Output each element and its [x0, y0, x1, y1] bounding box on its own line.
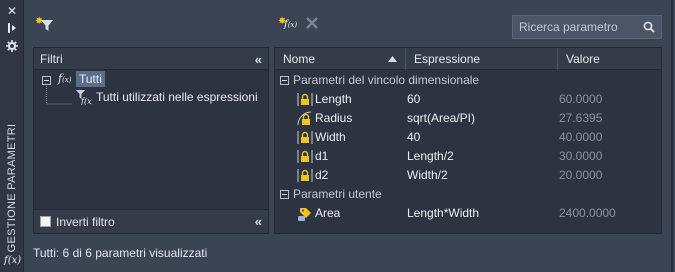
- cell-value: 27.6395: [559, 111, 603, 125]
- cell-expression[interactable]: 40: [407, 128, 420, 147]
- filters-header: Filtri «: [34, 48, 268, 70]
- delete-parameter-button[interactable]: [305, 16, 321, 34]
- tree-item-label: Tutti: [76, 71, 105, 87]
- search-input[interactable]: Ricerca parametro: [512, 15, 662, 39]
- column-header-expression[interactable]: Espressione: [406, 48, 558, 70]
- column-header-label: Espressione: [414, 52, 481, 66]
- invert-filter-checkbox[interactable]: [40, 216, 51, 227]
- properties-gear-icon[interactable]: [4, 40, 20, 54]
- column-header-value[interactable]: Valore: [558, 48, 661, 70]
- filters-title: Filtri: [40, 52, 63, 66]
- status-bar-text: Tutti: 6 di 6 parametri visualizzati: [33, 246, 208, 260]
- cell-name: Area: [315, 206, 341, 220]
- fx-icon: f(x): [58, 72, 72, 85]
- user-param-icon: [298, 208, 311, 221]
- collapse-footer-icon[interactable]: «: [255, 214, 262, 229]
- cell-value: 2400.0000: [559, 206, 616, 220]
- radial-lock-icon: [297, 111, 312, 126]
- table-row[interactable]: Length 60 60.0000: [275, 90, 661, 109]
- group-collapse-toggle[interactable]: [280, 190, 289, 199]
- table-row[interactable]: Radius sqrt(Area/PI) 27.6395: [275, 109, 661, 128]
- table-row[interactable]: d2 Width/2 20.0000: [275, 166, 661, 185]
- tree-connector: [46, 86, 72, 105]
- group-collapse-toggle[interactable]: [280, 76, 289, 85]
- auto-hide-icon[interactable]: [4, 22, 20, 36]
- cell-name: d2: [315, 168, 329, 182]
- table-row[interactable]: Area Length*Width 2400.0000: [275, 204, 661, 223]
- cell-expression[interactable]: Width/2: [407, 166, 448, 185]
- cell-value: 60.0000: [559, 92, 603, 106]
- column-header-label: Valore: [566, 52, 600, 66]
- invert-filter-label[interactable]: Inverti filtro: [56, 215, 115, 229]
- cell-name: Width: [315, 130, 346, 144]
- filter-fx-icon: f(x): [76, 90, 92, 105]
- filters-footer: Inverti filtro «: [34, 209, 268, 233]
- cell-expression[interactable]: Length*Width: [407, 204, 479, 223]
- tree-item-label: Tutti utilizzati nelle espressioni: [96, 90, 258, 104]
- svg-text:f(x): f(x): [80, 97, 92, 105]
- group-row-dimensional[interactable]: Parametri del vincolo dimensionale: [275, 71, 661, 90]
- cell-name: d1: [315, 149, 329, 163]
- cell-name: Radius: [315, 111, 353, 125]
- parameters-grid: Nome Espressione Valore Parametri del vi…: [274, 47, 662, 234]
- cell-value: 40.0000: [559, 130, 603, 144]
- table-row[interactable]: d1 Length/2 30.0000: [275, 147, 661, 166]
- palette-strip: ✕ GESTIONE PARAMETRI f(x): [0, 0, 24, 272]
- parameters-manager: ✸ ✸ f(x) Ricerca parametro Filtri « f(x)…: [25, 0, 673, 272]
- linear-lock-icon: [297, 169, 313, 182]
- linear-lock-icon: [297, 93, 313, 106]
- table-row[interactable]: Width 40 40.0000: [275, 128, 661, 147]
- search-icon[interactable]: [643, 21, 655, 33]
- cell-expression[interactable]: Length/2: [407, 147, 454, 166]
- linear-lock-icon: [297, 150, 313, 163]
- group-row-user[interactable]: Parametri utente: [275, 185, 661, 204]
- new-parameter-button[interactable]: ✸ f(x): [278, 16, 300, 34]
- cell-expression[interactable]: sqrt(Area/PI): [407, 109, 475, 128]
- cell-value: 20.0000: [559, 168, 603, 182]
- filter-star-icon: [41, 20, 53, 31]
- cell-expression[interactable]: 60: [407, 90, 420, 109]
- tree-collapse-toggle[interactable]: [42, 76, 51, 85]
- collapse-filters-icon[interactable]: «: [255, 52, 262, 67]
- cell-name: Length: [315, 92, 352, 106]
- cell-value: 30.0000: [559, 149, 603, 163]
- column-header-label: Nome: [283, 52, 316, 66]
- linear-lock-icon: [297, 131, 313, 144]
- grid-header: Nome Espressione Valore: [275, 48, 661, 70]
- palette-title: GESTIONE PARAMETRI: [6, 123, 18, 253]
- sort-ascending-icon: [388, 56, 397, 62]
- column-header-name[interactable]: Nome: [275, 48, 406, 70]
- search-placeholder: Ricerca parametro: [519, 20, 618, 34]
- group-label: Parametri utente: [293, 187, 382, 201]
- tree-item-used-in-expressions[interactable]: f(x) Tutti utilizzati nelle espressioni: [76, 88, 266, 106]
- new-filter-button[interactable]: ✸: [35, 16, 55, 34]
- filters-panel: Filtri « f(x) Tutti f(x) Tutti utilizzat…: [33, 47, 269, 234]
- fx-icon: f(x): [4, 255, 22, 266]
- delete-x-icon: [306, 17, 318, 29]
- close-icon[interactable]: ✕: [4, 4, 20, 18]
- group-label: Parametri del vincolo dimensionale: [293, 73, 480, 87]
- fx-star-icon: f(x): [284, 19, 298, 30]
